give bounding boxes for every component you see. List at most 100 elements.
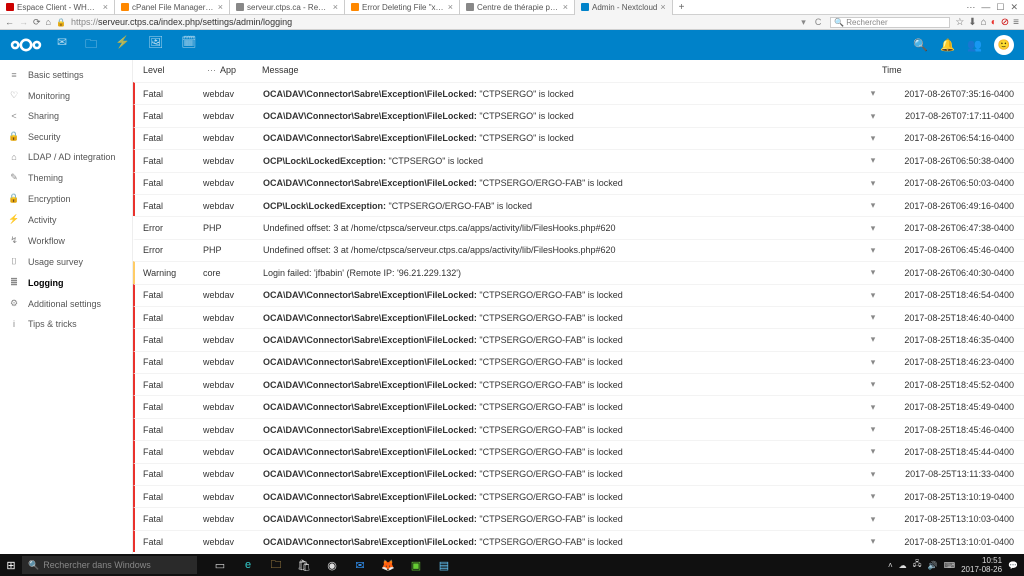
header-level[interactable]: Level bbox=[143, 65, 203, 76]
expand-caret-icon[interactable]: ▾ bbox=[864, 312, 882, 323]
tab-close-button[interactable]: × bbox=[660, 2, 665, 12]
browser-search-input[interactable]: 🔍 Rechercher bbox=[830, 17, 950, 28]
sidebar-item-tips-tricks[interactable]: iTips & tricks bbox=[0, 314, 132, 334]
sidebar-item-logging[interactable]: ≣Logging bbox=[0, 272, 132, 293]
expand-caret-icon[interactable]: ▾ bbox=[864, 514, 882, 525]
hamburger-icon[interactable]: ≡ bbox=[1013, 17, 1019, 28]
log-row[interactable]: FatalwebdavOCP\Lock\LockedException: "CT… bbox=[133, 149, 1024, 171]
nextcloud-logo[interactable] bbox=[10, 37, 42, 53]
tray-up-icon[interactable]: ˄ bbox=[888, 561, 893, 570]
expand-caret-icon[interactable]: ▾ bbox=[864, 379, 882, 390]
sidebar-item-security[interactable]: 🔒Security bbox=[0, 126, 132, 147]
taskbar-app1-icon[interactable]: ▣ bbox=[403, 554, 429, 576]
log-row[interactable]: FatalwebdavOCA\DAV\Connector\Sabre\Excep… bbox=[133, 463, 1024, 485]
expand-caret-icon[interactable]: ▾ bbox=[864, 223, 882, 234]
sidebar-item-sharing[interactable]: <Sharing bbox=[0, 106, 132, 126]
tray-network-icon[interactable]: 🖧 bbox=[913, 558, 922, 572]
log-row[interactable]: FatalwebdavOCA\DAV\Connector\Sabre\Excep… bbox=[133, 418, 1024, 440]
sidebar-item-theming[interactable]: ✎Theming bbox=[0, 167, 132, 188]
log-row[interactable]: FatalwebdavOCA\DAV\Connector\Sabre\Excep… bbox=[133, 373, 1024, 395]
log-row[interactable]: ErrorPHPUndefined offset: 3 at /home/ctp… bbox=[133, 216, 1024, 238]
expand-caret-icon[interactable]: ▾ bbox=[864, 491, 882, 502]
window-minimize-button[interactable]: — bbox=[981, 2, 990, 13]
log-row[interactable]: FatalwebdavOCA\DAV\Connector\Sabre\Excep… bbox=[133, 485, 1024, 507]
tray-cloud-icon[interactable]: ☁ bbox=[899, 561, 907, 570]
taskbar-thunderbird-icon[interactable]: ✉ bbox=[347, 554, 373, 576]
log-row[interactable]: FatalwebdavOCA\DAV\Connector\Sabre\Excep… bbox=[133, 172, 1024, 194]
expand-caret-icon[interactable]: ▾ bbox=[864, 290, 882, 301]
menu-dots-icon[interactable]: ⋯ bbox=[966, 2, 975, 13]
log-row[interactable]: FatalwebdavOCA\DAV\Connector\Sabre\Excep… bbox=[133, 530, 1024, 552]
tab-close-button[interactable]: × bbox=[218, 2, 223, 12]
taskbar-explorer-icon[interactable]: 🗀 bbox=[263, 554, 289, 576]
task-view-button[interactable]: ▭ bbox=[207, 554, 233, 576]
tray-keyboard-icon[interactable]: ⌨ bbox=[944, 561, 956, 570]
window-close-button[interactable]: ✕ bbox=[1010, 2, 1018, 13]
expand-caret-icon[interactable]: ▾ bbox=[864, 536, 882, 547]
browser-tab[interactable]: cPanel File Manager v3× bbox=[115, 0, 230, 15]
log-row[interactable]: FatalwebdavOCA\DAV\Connector\Sabre\Excep… bbox=[133, 395, 1024, 417]
user-avatar[interactable]: 🙂 bbox=[994, 35, 1014, 55]
header-notifications-icon[interactable]: 🔔 bbox=[940, 38, 955, 52]
lock-icon[interactable]: 🔒 bbox=[56, 18, 66, 27]
start-button[interactable]: ⊞ bbox=[0, 554, 22, 576]
expand-caret-icon[interactable]: ▾ bbox=[864, 469, 882, 480]
log-row[interactable]: FatalwebdavOCA\DAV\Connector\Sabre\Excep… bbox=[133, 127, 1024, 149]
browser-tab[interactable]: serveur.ctps.ca - Recherche× bbox=[230, 0, 345, 15]
taskbar-chrome-icon[interactable]: ◉ bbox=[319, 554, 345, 576]
tab-close-button[interactable]: × bbox=[333, 2, 338, 12]
expand-caret-icon[interactable]: ▾ bbox=[864, 402, 882, 413]
download-icon[interactable]: ⬇ bbox=[968, 17, 976, 28]
header-contacts-icon[interactable]: 👥 bbox=[967, 38, 982, 52]
nav-back-button[interactable]: ← bbox=[5, 17, 14, 28]
tab-close-button[interactable]: × bbox=[103, 2, 108, 12]
log-row[interactable]: FatalwebdavOCA\DAV\Connector\Sabre\Excep… bbox=[133, 351, 1024, 373]
tray-volume-icon[interactable]: 🔊 bbox=[928, 561, 938, 570]
taskbar-search-input[interactable]: 🔍 Rechercher dans Windows bbox=[22, 556, 197, 574]
sidebar-item-basic-settings[interactable]: ≡Basic settings bbox=[0, 65, 132, 85]
expand-caret-icon[interactable]: ▾ bbox=[864, 446, 882, 457]
log-row[interactable]: FatalwebdavOCA\DAV\Connector\Sabre\Excep… bbox=[133, 306, 1024, 328]
browser-tab[interactable]: Admin - Nextcloud× bbox=[575, 0, 673, 15]
browser-tab[interactable]: Centre de thérapie physique et× bbox=[460, 0, 575, 15]
taskbar-firefox-icon[interactable]: 🦊 bbox=[375, 554, 401, 576]
self-icon[interactable]: ☆ bbox=[955, 17, 964, 28]
sidebar-item-usage-survey[interactable]: ⌷Usage survey bbox=[0, 251, 132, 272]
tray-notifications-icon[interactable]: 💬 bbox=[1008, 561, 1018, 570]
sidebar-item-additional-settings[interactable]: ⚙Additional settings bbox=[0, 293, 132, 314]
app-activity-icon[interactable]: ⚡ bbox=[115, 35, 130, 56]
expand-caret-icon[interactable]: ▾ bbox=[864, 111, 882, 122]
nav-reload-button[interactable]: ⟳ bbox=[33, 17, 41, 28]
tab-close-button[interactable]: × bbox=[448, 2, 453, 12]
expand-caret-icon[interactable]: ▾ bbox=[864, 200, 882, 211]
app-files-icon[interactable]: 🗀 bbox=[85, 35, 97, 56]
new-tab-button[interactable]: + bbox=[673, 2, 691, 13]
expand-caret-icon[interactable]: ▾ bbox=[864, 88, 882, 99]
home-icon[interactable]: ⌂ bbox=[981, 17, 987, 28]
expand-caret-icon[interactable]: ▾ bbox=[864, 424, 882, 435]
sidebar-item-monitoring[interactable]: ♡Monitoring bbox=[0, 85, 132, 106]
sidebar-item-encryption[interactable]: 🔒Encryption bbox=[0, 188, 132, 209]
log-row[interactable]: ErrorPHPUndefined offset: 3 at /home/ctp… bbox=[133, 239, 1024, 261]
expand-caret-icon[interactable]: ▾ bbox=[864, 245, 882, 256]
log-row[interactable]: FatalwebdavOCA\DAV\Connector\Sabre\Excep… bbox=[133, 440, 1024, 462]
app-mail-icon[interactable]: ✉ bbox=[57, 35, 67, 56]
expand-caret-icon[interactable]: ▾ bbox=[864, 133, 882, 144]
app-calendar-icon[interactable]: 🗓 bbox=[181, 35, 196, 56]
sidebar-item-activity[interactable]: ⚡Activity bbox=[0, 209, 132, 230]
app-gallery-icon[interactable]: 🖼 bbox=[148, 35, 163, 56]
taskbar-store-icon[interactable]: 🛍 bbox=[291, 554, 317, 576]
log-row[interactable]: FatalwebdavOCP\Lock\LockedException: "CT… bbox=[133, 194, 1024, 216]
log-row[interactable]: FatalwebdavOCA\DAV\Connector\Sabre\Excep… bbox=[133, 284, 1024, 306]
expand-caret-icon[interactable]: ▾ bbox=[864, 178, 882, 189]
sidebar-item-ldap-ad-integration[interactable]: ⌂LDAP / AD integration bbox=[0, 147, 132, 167]
browser-tab[interactable]: Espace Client - WHC.CA× bbox=[0, 0, 115, 15]
noscript-icon[interactable]: ⊘ bbox=[1001, 17, 1009, 28]
expand-caret-icon[interactable]: ▾ bbox=[864, 267, 882, 278]
tab-close-button[interactable]: × bbox=[563, 2, 568, 12]
window-maximize-button[interactable]: ☐ bbox=[996, 2, 1004, 13]
url-field[interactable]: https://serveur.ctps.ca/index.php/settin… bbox=[71, 17, 796, 27]
taskbar-edge-icon[interactable]: e bbox=[235, 554, 261, 576]
nav-home-button[interactable]: ⌂ bbox=[46, 17, 51, 28]
expand-caret-icon[interactable]: ▾ bbox=[864, 357, 882, 368]
